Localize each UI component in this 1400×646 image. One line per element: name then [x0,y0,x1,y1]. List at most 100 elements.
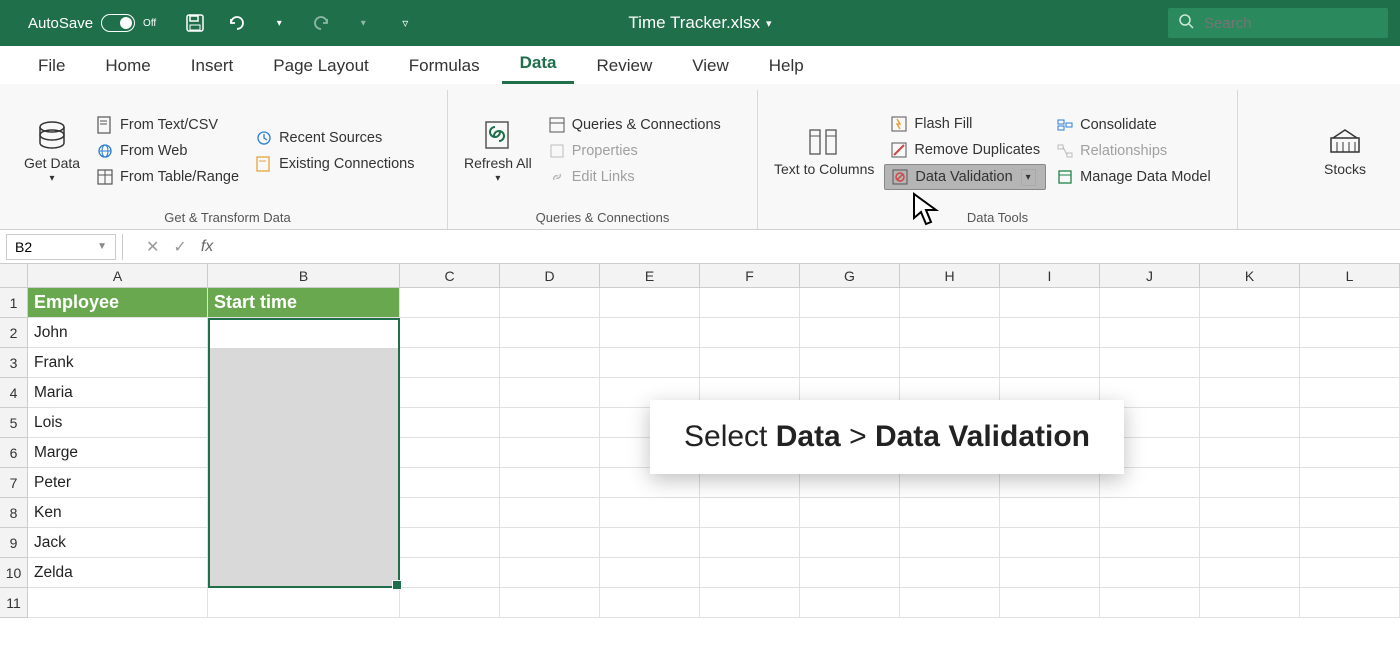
cell[interactable] [1200,438,1300,468]
cell[interactable] [700,348,800,378]
save-icon[interactable] [184,12,206,34]
cell[interactable] [1000,528,1100,558]
cell[interactable] [900,498,1000,528]
cell[interactable] [500,498,600,528]
existing-connections-button[interactable]: Existing Connections [249,152,420,176]
cell[interactable] [500,588,600,618]
cell[interactable] [800,318,900,348]
cell[interactable] [1200,348,1300,378]
cell[interactable] [208,498,400,528]
cell[interactable] [400,348,500,378]
cell[interactable] [1300,558,1400,588]
cell[interactable] [700,558,800,588]
cell[interactable] [1200,288,1300,318]
enter-icon[interactable]: ✓ [173,237,186,257]
cell[interactable] [1300,498,1400,528]
formula-input[interactable] [227,234,1400,260]
cell[interactable] [1100,498,1200,528]
column-header[interactable]: F [700,264,800,287]
cell[interactable] [1200,378,1300,408]
search-box[interactable] [1168,8,1388,38]
recent-sources-button[interactable]: Recent Sources [249,126,420,150]
cell[interactable] [800,288,900,318]
row-header[interactable]: 1 [0,288,28,318]
column-header[interactable]: J [1100,264,1200,287]
cell[interactable] [1000,498,1100,528]
redo-dropdown-icon[interactable]: ▾ [352,12,374,34]
get-data-button[interactable]: Get Data ▾ [18,92,86,210]
cell[interactable] [400,468,500,498]
cell[interactable] [1100,558,1200,588]
row-header[interactable]: 6 [0,438,28,468]
cell[interactable] [600,588,700,618]
cell[interactable] [500,378,600,408]
cell[interactable] [400,378,500,408]
cell[interactable]: Start time [208,288,400,318]
cell[interactable] [400,498,500,528]
cell[interactable] [1200,468,1300,498]
cell[interactable] [800,528,900,558]
manage-data-model-button[interactable]: Manage Data Model [1050,165,1217,189]
column-header[interactable]: H [900,264,1000,287]
cell[interactable] [28,588,208,618]
cell[interactable] [900,288,1000,318]
column-header[interactable]: I [1000,264,1100,287]
cell[interactable] [400,588,500,618]
stocks-button[interactable]: Stocks [1318,92,1372,210]
tab-file[interactable]: File [20,48,83,84]
row-header[interactable]: 9 [0,528,28,558]
cell[interactable] [208,438,400,468]
cell[interactable]: Maria [28,378,208,408]
cell[interactable] [1200,558,1300,588]
cell[interactable] [208,318,400,348]
row-header[interactable]: 5 [0,408,28,438]
cell[interactable]: John [28,318,208,348]
cell[interactable] [1200,318,1300,348]
cell[interactable] [500,558,600,588]
cell[interactable] [700,318,800,348]
cell[interactable] [1300,408,1400,438]
qat-customize-icon[interactable]: ▿ [394,12,416,34]
column-header[interactable]: D [500,264,600,287]
cell[interactable] [1000,348,1100,378]
cell[interactable] [208,588,400,618]
cell[interactable] [1100,588,1200,618]
cell[interactable] [208,348,400,378]
cell[interactable] [400,528,500,558]
cell[interactable] [1200,528,1300,558]
column-header[interactable]: C [400,264,500,287]
row-header[interactable]: 4 [0,378,28,408]
cell[interactable] [600,498,700,528]
cell[interactable] [1000,588,1100,618]
cell[interactable]: Jack [28,528,208,558]
cell[interactable] [1100,348,1200,378]
text-to-columns-button[interactable]: Text to Columns [768,92,880,210]
cell[interactable] [900,528,1000,558]
cell[interactable] [700,528,800,558]
cell[interactable] [600,348,700,378]
from-table-range-button[interactable]: From Table/Range [90,165,245,189]
cell[interactable] [800,348,900,378]
tab-data[interactable]: Data [502,45,575,84]
cell[interactable] [1100,318,1200,348]
cell[interactable] [1100,528,1200,558]
cell[interactable] [1300,528,1400,558]
chevron-down-icon[interactable]: ▾ [1021,169,1036,186]
cancel-icon[interactable]: ✕ [146,237,159,257]
cell[interactable] [1200,588,1300,618]
cell[interactable]: Employee [28,288,208,318]
consolidate-button[interactable]: Consolidate [1050,113,1217,137]
column-header[interactable]: G [800,264,900,287]
column-header[interactable]: B [208,264,400,287]
cell[interactable]: Marge [28,438,208,468]
cell[interactable] [1000,558,1100,588]
cell[interactable] [208,468,400,498]
name-box[interactable]: B2 ▼ [6,234,116,260]
cell[interactable] [1000,318,1100,348]
undo-dropdown-icon[interactable]: ▾ [268,12,290,34]
cell[interactable] [1300,378,1400,408]
cell[interactable] [400,288,500,318]
cell[interactable] [500,288,600,318]
cell[interactable] [1300,438,1400,468]
cell[interactable] [900,558,1000,588]
